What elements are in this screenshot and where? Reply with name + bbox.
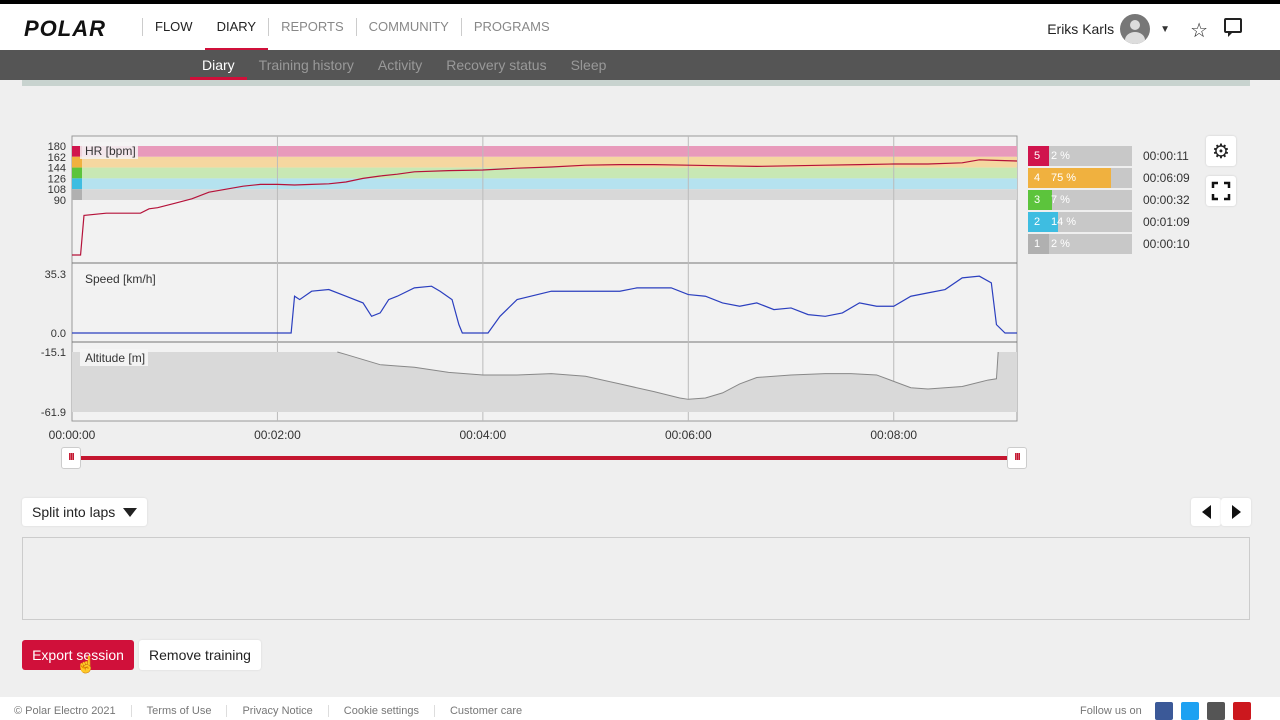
x-tick-label: 00:08:00	[870, 428, 917, 442]
hr-zone-time: 00:00:10	[1143, 237, 1190, 251]
hr-zone-number: 4	[1028, 168, 1046, 188]
hr-zone-marker	[72, 178, 82, 190]
speed-series-label: Speed [km/h]	[85, 272, 156, 286]
footer-care-link[interactable]: Customer care	[433, 705, 537, 717]
hr-zone-band	[72, 178, 1017, 190]
hr-tick-label: 90	[54, 195, 66, 207]
hr-zone-number: 1	[1028, 234, 1046, 254]
expand-icon	[1211, 181, 1231, 201]
youtube-icon[interactable]	[1233, 702, 1251, 720]
hr-zone-number: 3	[1028, 190, 1046, 210]
hr-series-label: HR [bpm]	[85, 144, 136, 158]
hr-zone-row: 5 2 % 00:00:11	[1028, 146, 1189, 166]
range-end-handle[interactable]: III	[1007, 447, 1027, 469]
hr-zone-time: 00:00:32	[1143, 193, 1190, 207]
footer-privacy-link[interactable]: Privacy Notice	[226, 705, 327, 717]
twitter-icon[interactable]	[1181, 702, 1199, 720]
split-laps-label: Split into laps	[32, 504, 116, 520]
hr-zone-row: 3 7 % 00:00:32	[1028, 190, 1190, 210]
altitude-series-label: Altitude [m]	[85, 351, 145, 365]
footer-terms-link[interactable]: Terms of Use	[130, 705, 227, 717]
x-tick-label: 00:02:00	[254, 428, 301, 442]
hr-zone-percent: 7 %	[1051, 194, 1070, 206]
settings-gear-icon[interactable]: ⚙	[1206, 136, 1236, 166]
altitude-tick-label: -15.1	[41, 347, 66, 359]
hand-cursor-icon: ☝	[76, 657, 96, 674]
arrow-left-icon	[1201, 505, 1211, 519]
hr-zone-percent: 2 %	[1051, 238, 1070, 250]
split-laps-dropdown[interactable]: Split into laps	[22, 498, 148, 526]
hr-zone-row: 1 2 % 00:00:10	[1028, 234, 1190, 254]
hr-zone-time: 00:00:11	[1143, 149, 1189, 163]
caret-down-icon	[123, 507, 138, 517]
fullscreen-icon[interactable]	[1206, 176, 1236, 206]
speed-tick-label: 0.0	[51, 328, 66, 340]
range-slider-track[interactable]	[70, 456, 1018, 460]
remove-training-button[interactable]: Remove training	[139, 640, 261, 670]
altitude-tick-label: -61.9	[41, 407, 66, 419]
hr-zone-row: 4 75 % 00:06:09	[1028, 168, 1190, 188]
hr-zone-band	[72, 167, 1017, 179]
hr-zone-percent: 2 %	[1051, 150, 1070, 162]
hr-zone-time: 00:01:09	[1143, 215, 1190, 229]
instagram-icon[interactable]	[1207, 702, 1225, 720]
laps-table-area	[22, 537, 1250, 620]
hr-zone-bar	[1046, 146, 1049, 166]
facebook-icon[interactable]	[1155, 702, 1173, 720]
hr-zone-number: 2	[1028, 212, 1046, 232]
next-button[interactable]	[1221, 498, 1251, 526]
x-tick-label: 00:00:00	[49, 428, 96, 442]
footer: © Polar Electro 2021 Terms of Use Privac…	[0, 697, 1280, 720]
speed-tick-label: 35.3	[45, 269, 66, 281]
hr-zone-percent: 14 %	[1051, 216, 1077, 228]
hr-zone-bar	[1046, 234, 1049, 254]
hr-zone-row: 2 14 % 00:01:09	[1028, 212, 1190, 232]
hr-zone-percent: 75 %	[1051, 172, 1077, 184]
prev-button[interactable]	[1191, 498, 1221, 526]
x-tick-label: 00:06:00	[665, 428, 712, 442]
footer-copyright: © Polar Electro 2021	[14, 705, 116, 717]
follow-us-label: Follow us on	[1080, 705, 1142, 717]
hr-zone-number: 5	[1028, 146, 1046, 166]
hr-zone-time: 00:06:09	[1143, 171, 1190, 185]
x-tick-label: 00:04:00	[460, 428, 507, 442]
hr-zone-band	[72, 146, 1017, 157]
hr-zone-marker	[72, 189, 82, 200]
arrow-right-icon	[1231, 505, 1241, 519]
range-start-handle[interactable]: III	[61, 447, 81, 469]
footer-cookie-link[interactable]: Cookie settings	[327, 705, 434, 717]
hr-zone-band	[72, 156, 1017, 168]
hr-zone-marker	[72, 167, 82, 179]
